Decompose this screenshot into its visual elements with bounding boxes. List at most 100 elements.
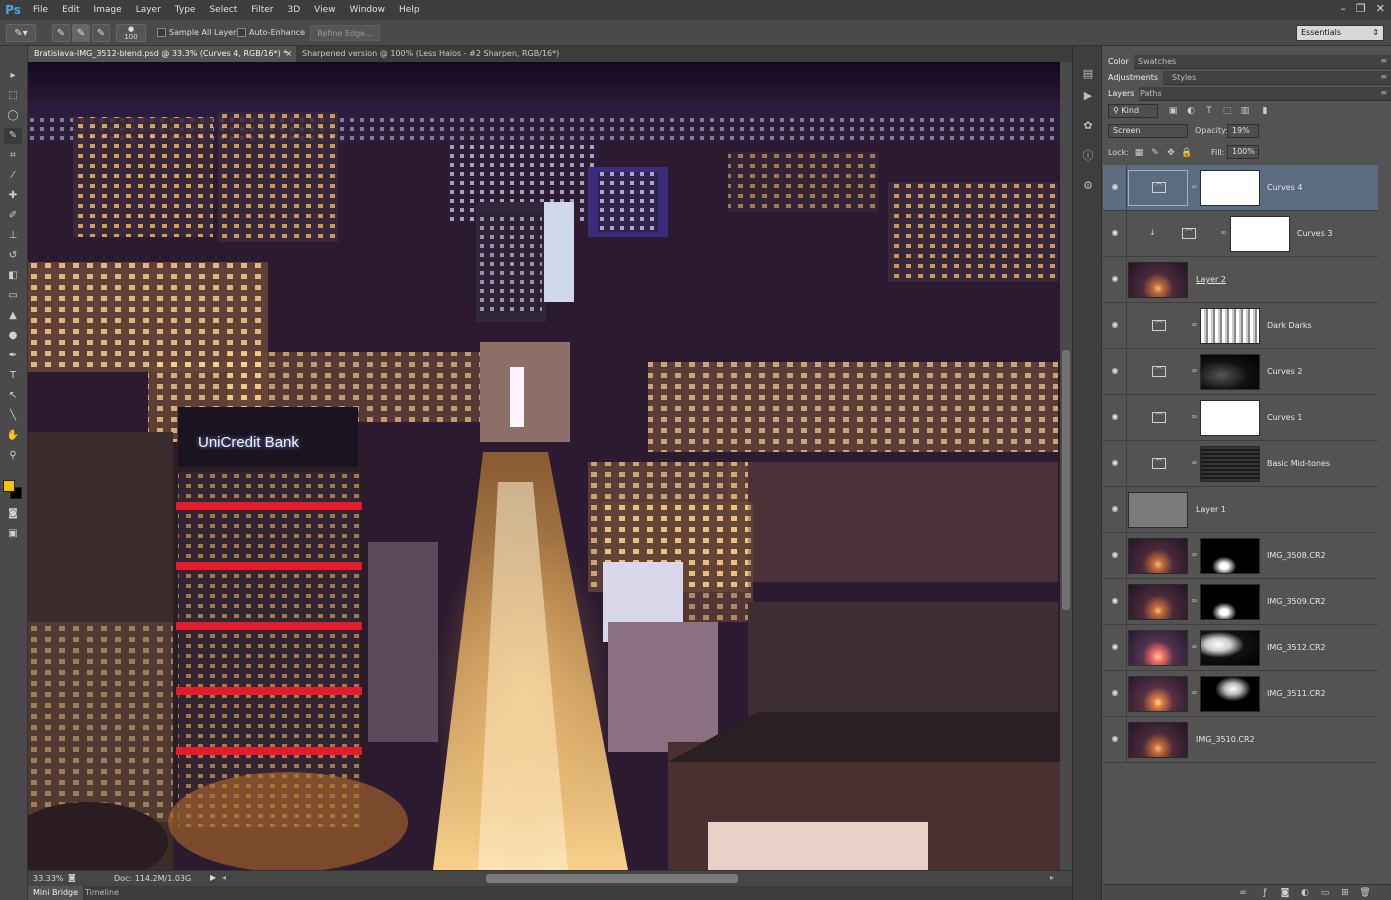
filter-toggle-icon[interactable]: ▮: [1259, 105, 1271, 117]
gradient-tool-icon[interactable]: ▭: [4, 288, 22, 304]
dodge-tool-icon[interactable]: ●: [4, 328, 22, 344]
lock-image-icon[interactable]: ✎: [1149, 147, 1161, 159]
marquee-tool-icon[interactable]: ⬚: [4, 88, 22, 104]
close-button[interactable]: ✕: [1376, 2, 1385, 15]
document-canvas[interactable]: UniCredit Bank: [28, 62, 1060, 870]
restore-button[interactable]: ❐: [1356, 2, 1366, 15]
brush-size-picker[interactable]: ● 100: [116, 24, 146, 42]
scroll-left-icon[interactable]: ◂: [222, 873, 226, 882]
workspace-switcher[interactable]: Essentials ⇕: [1296, 25, 1384, 41]
blend-mode-select[interactable]: Screen: [1108, 124, 1188, 138]
menu-type[interactable]: Type: [168, 0, 203, 20]
tab-mini-bridge[interactable]: Mini Bridge: [28, 886, 84, 900]
tab-adjustments[interactable]: Adjustments: [1103, 71, 1164, 85]
menu-file[interactable]: File: [26, 0, 55, 20]
vertical-scrollbar-thumb[interactable]: [1062, 350, 1070, 610]
status-menu-arrow-icon[interactable]: ▶: [210, 873, 216, 882]
tab-document-sharpened[interactable]: Sharpened version @ 100% (Less Halos - #…: [296, 46, 570, 74]
history-panel-icon[interactable]: ▤: [1080, 66, 1096, 82]
layer-row[interactable]: ◉ ∞ IMG_3511.CR2: [1103, 671, 1378, 717]
zoom-level[interactable]: 33.33%: [33, 874, 64, 883]
quick-selection-tool-icon[interactable]: ✎: [4, 128, 22, 144]
new-group-icon[interactable]: ▭: [1319, 887, 1331, 899]
zoom-tool-icon[interactable]: ⚲: [4, 448, 22, 464]
eye-icon[interactable]: ◉: [1110, 550, 1120, 560]
new-adjustment-icon[interactable]: ◐: [1299, 887, 1311, 899]
menu-image[interactable]: Image: [87, 0, 129, 20]
tab-timeline[interactable]: Timeline: [80, 886, 124, 900]
tab-styles[interactable]: Styles: [1167, 71, 1201, 85]
horizontal-scrollbar-thumb[interactable]: [486, 874, 738, 883]
eye-icon[interactable]: ◉: [1110, 228, 1120, 238]
layer-row[interactable]: ◉ ⌒ ∞ Curves 2: [1103, 349, 1378, 395]
panel-menu-icon[interactable]: ≡: [1380, 88, 1387, 97]
close-tab-icon[interactable]: ×: [285, 46, 292, 62]
new-selection-button[interactable]: ✎: [52, 24, 70, 42]
menu-edit[interactable]: Edit: [55, 0, 86, 20]
menu-view[interactable]: View: [307, 0, 342, 20]
brush-tool-icon[interactable]: ✐: [4, 208, 22, 224]
hand-tool-icon[interactable]: ✋: [4, 428, 22, 444]
eye-icon[interactable]: ◉: [1110, 412, 1120, 422]
tab-layers[interactable]: Layers: [1103, 87, 1140, 101]
move-tool-icon[interactable]: ▸: [4, 68, 22, 84]
tab-swatches[interactable]: Swatches: [1133, 55, 1181, 69]
eraser-tool-icon[interactable]: ◧: [4, 268, 22, 284]
filter-type-icon[interactable]: T: [1203, 105, 1215, 117]
tool-preset-picker[interactable]: ✎▾: [6, 24, 36, 42]
lasso-tool-icon[interactable]: ◯: [4, 108, 22, 124]
layer-row[interactable]: ◉ Layer 2: [1103, 257, 1378, 303]
tab-document-active[interactable]: Bratislava-IMG_3512-blend.psd @ 33.3% (C…: [28, 46, 296, 62]
panel-menu-icon[interactable]: ≡: [1380, 72, 1387, 81]
eye-icon[interactable]: ◉: [1110, 734, 1120, 744]
layer-row[interactable]: ◉ ⌒ ∞ Basic Mid-tones: [1103, 441, 1378, 487]
subtract-from-selection-button[interactable]: ✎: [92, 24, 110, 42]
layer-row[interactable]: ◉ ∞ IMG_3509.CR2: [1103, 579, 1378, 625]
layer-row[interactable]: ◉ ↓ ⌒ ∞ Curves 3: [1103, 211, 1378, 257]
lock-position-icon[interactable]: ✥: [1165, 147, 1177, 159]
minimize-button[interactable]: –: [1340, 2, 1346, 15]
history-brush-tool-icon[interactable]: ↺: [4, 248, 22, 264]
menu-3d[interactable]: 3D: [281, 0, 308, 20]
add-to-selection-button[interactable]: ✎: [72, 24, 90, 42]
eye-icon[interactable]: ◉: [1110, 458, 1120, 468]
eye-icon[interactable]: ◉: [1110, 274, 1120, 284]
menu-select[interactable]: Select: [202, 0, 244, 20]
layer-row[interactable]: ◉ ∞ IMG_3512.CR2: [1103, 625, 1378, 671]
blur-tool-icon[interactable]: ▲: [4, 308, 22, 324]
lock-all-icon[interactable]: 🔒: [1181, 147, 1193, 159]
eye-icon[interactable]: ◉: [1110, 182, 1120, 192]
eye-icon[interactable]: ◉: [1110, 504, 1120, 514]
layer-row[interactable]: ◉ ⌒ ∞ Dark Darks: [1103, 303, 1378, 349]
layer-row[interactable]: ◉ ∞ IMG_3508.CR2: [1103, 533, 1378, 579]
tab-paths[interactable]: Paths: [1135, 87, 1167, 101]
panel-menu-icon[interactable]: ≡: [1380, 56, 1387, 65]
layer-row[interactable]: ◉ IMG_3510.CR2: [1103, 717, 1378, 763]
line-tool-icon[interactable]: ╲: [4, 408, 22, 424]
new-layer-icon[interactable]: ⊞: [1339, 887, 1351, 899]
info-panel-icon[interactable]: ⓘ: [1080, 148, 1096, 164]
fill-input[interactable]: 100%: [1227, 145, 1259, 159]
menu-help[interactable]: Help: [392, 0, 427, 20]
auto-enhance-checkbox[interactable]: [237, 28, 246, 37]
layer-style-icon[interactable]: ƒ: [1259, 887, 1271, 899]
layer-row[interactable]: ◉ ⌒ ∞ Curves 1: [1103, 395, 1378, 441]
sample-all-layers-checkbox[interactable]: [157, 28, 166, 37]
refine-edge-button[interactable]: Refine Edge...: [310, 25, 380, 41]
lock-transparent-icon[interactable]: ▦: [1133, 147, 1145, 159]
add-mask-icon[interactable]: ◙: [1279, 887, 1291, 899]
layer-row[interactable]: ◉ ⌒ ∞ Curves 4: [1103, 165, 1378, 211]
eyedropper-tool-icon[interactable]: ⁄: [4, 168, 22, 184]
menu-layer[interactable]: Layer: [129, 0, 168, 20]
actions-panel-icon[interactable]: ▶: [1080, 88, 1096, 104]
tab-color[interactable]: Color: [1103, 55, 1134, 69]
eye-icon[interactable]: ◉: [1110, 642, 1120, 652]
quick-mask-icon[interactable]: ◙: [4, 506, 22, 522]
layer-row[interactable]: ◉ Layer 1: [1103, 487, 1378, 533]
brush-panel-icon[interactable]: ✿: [1080, 118, 1096, 134]
eye-icon[interactable]: ◉: [1110, 688, 1120, 698]
crop-tool-icon[interactable]: ⌗: [4, 148, 22, 164]
foreground-color-swatch[interactable]: [3, 480, 15, 492]
eye-icon[interactable]: ◉: [1110, 596, 1120, 606]
filter-adjustment-icon[interactable]: ◐: [1185, 105, 1197, 117]
